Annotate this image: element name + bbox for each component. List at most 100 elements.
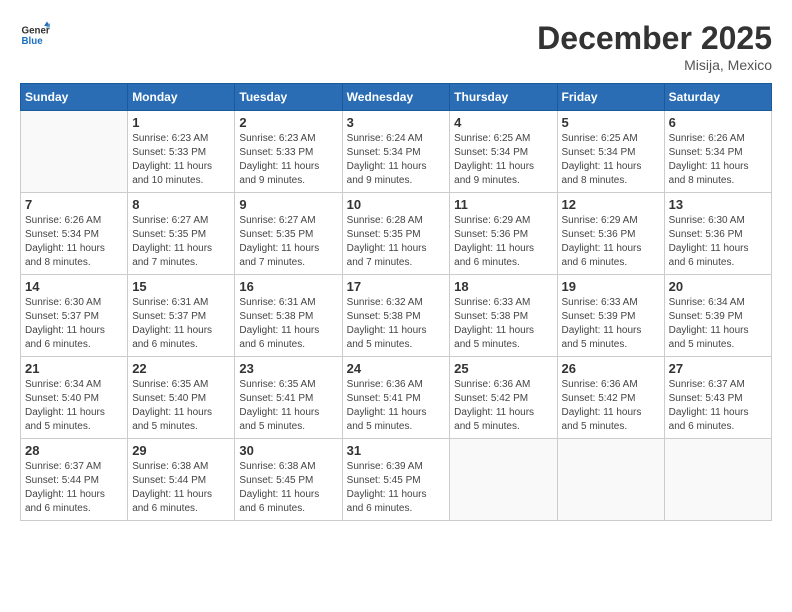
table-row: 16Sunrise: 6:31 AM Sunset: 5:38 PM Dayli… <box>235 275 342 357</box>
day-info: Sunrise: 6:37 AM Sunset: 5:44 PM Dayligh… <box>25 460 123 516</box>
table-row: 29 Sunrise: 6:38 AM Sunset: 5:44 PM Dayli… <box>128 439 235 521</box>
day-info: Sunrise: 6:33 AM Sunset: 5:38 PM Dayligh… <box>454 296 552 352</box>
table-row <box>450 439 557 521</box>
day-number: 20 <box>669 279 767 294</box>
day-info: Sunrise: 6:25 AM Sunset: 5:34 PM Dayligh… <box>454 132 552 188</box>
day-info: Sunrise: 6:32 AM Sunset: 5:38 PM Dayligh… <box>347 296 446 352</box>
day-info: Sunrise: 6:33 AM Sunset: 5:39 PM Dayligh… <box>562 296 660 352</box>
day-info: Sunrise: 6:35 AM Sunset: 5:41 PM Dayligh… <box>239 378 337 434</box>
day-info: Sunrise: 6:24 AM Sunset: 5:34 PM Dayligh… <box>347 132 446 188</box>
calendar-week-row: 7 Sunrise: 6:26 AM Sunset: 5:34 PM Daylig… <box>21 193 772 275</box>
day-number: 19 <box>562 279 660 294</box>
day-number: 2 <box>239 115 337 130</box>
table-row: 28Sunrise: 6:37 AM Sunset: 5:44 PM Dayli… <box>21 439 128 521</box>
header-wednesday: Wednesday <box>342 84 450 111</box>
day-number: 26 <box>562 361 660 376</box>
location: Misija, Mexico <box>537 57 772 73</box>
day-info: Sunrise: 6:25 AM Sunset: 5:34 PM Dayligh… <box>562 132 660 188</box>
day-number: 14 <box>25 279 123 294</box>
header-sunday: Sunday <box>21 84 128 111</box>
table-row: 15 Sunrise: 6:31 AM Sunset: 5:37 PM Dayli… <box>128 275 235 357</box>
day-info: Sunrise: 6:34 AM Sunset: 5:40 PM Dayligh… <box>25 378 123 434</box>
header-thursday: Thursday <box>450 84 557 111</box>
table-row: 7 Sunrise: 6:26 AM Sunset: 5:34 PM Daylig… <box>21 193 128 275</box>
table-row: 13 Sunrise: 6:30 AM Sunset: 5:36 PM Dayli… <box>664 193 771 275</box>
svg-text:General: General <box>22 26 51 37</box>
day-info: Sunrise: 6:31 AM Sunset: 5:37 PM Dayligh… <box>132 296 230 352</box>
table-row: 4 Sunrise: 6:25 AM Sunset: 5:34 PM Daylig… <box>450 111 557 193</box>
day-info: Sunrise: 6:28 AM Sunset: 5:35 PM Dayligh… <box>347 214 446 270</box>
day-info: Sunrise: 6:23 AM Sunset: 5:33 PM Dayligh… <box>239 132 337 188</box>
table-row: 3 Sunrise: 6:24 AM Sunset: 5:34 PM Daylig… <box>342 111 450 193</box>
month-title: December 2025 <box>537 20 772 57</box>
day-number: 29 <box>132 443 230 458</box>
day-info: Sunrise: 6:29 AM Sunset: 5:36 PM Dayligh… <box>562 214 660 270</box>
table-row <box>21 111 128 193</box>
day-number: 3 <box>347 115 446 130</box>
day-number: 22 <box>132 361 230 376</box>
table-row: 2 Sunrise: 6:23 AM Sunset: 5:33 PM Daylig… <box>235 111 342 193</box>
table-row: 12 Sunrise: 6:29 AM Sunset: 5:36 PM Dayli… <box>557 193 664 275</box>
table-row: 17 Sunrise: 6:32 AM Sunset: 5:38 PM Dayli… <box>342 275 450 357</box>
day-info: Sunrise: 6:27 AM Sunset: 5:35 PM Dayligh… <box>239 214 337 270</box>
day-info: Sunrise: 6:36 AM Sunset: 5:42 PM Dayligh… <box>562 378 660 434</box>
table-row: 11Sunrise: 6:29 AM Sunset: 5:36 PM Dayli… <box>450 193 557 275</box>
day-info: Sunrise: 6:29 AM Sunset: 5:36 PM Dayligh… <box>454 214 552 270</box>
day-number: 12 <box>562 197 660 212</box>
day-info: Sunrise: 6:38 AM Sunset: 5:45 PM Dayligh… <box>239 460 337 516</box>
day-number: 4 <box>454 115 552 130</box>
day-number: 24 <box>347 361 446 376</box>
table-row: 1 Sunrise: 6:23 AM Sunset: 5:33 PM Daylig… <box>128 111 235 193</box>
day-number: 17 <box>347 279 446 294</box>
day-number: 15 <box>132 279 230 294</box>
table-row: 6Sunrise: 6:26 AM Sunset: 5:34 PM Daylig… <box>664 111 771 193</box>
day-number: 1 <box>132 115 230 130</box>
day-info: Sunrise: 6:37 AM Sunset: 5:43 PM Dayligh… <box>669 378 767 434</box>
table-row: 18 Sunrise: 6:33 AM Sunset: 5:38 PM Dayli… <box>450 275 557 357</box>
table-row: 10Sunrise: 6:28 AM Sunset: 5:35 PM Dayli… <box>342 193 450 275</box>
table-row: 31Sunrise: 6:39 AM Sunset: 5:45 PM Dayli… <box>342 439 450 521</box>
calendar-header-row: Sunday Monday Tuesday Wednesday Thursday… <box>21 84 772 111</box>
calendar-week-row: 1 Sunrise: 6:23 AM Sunset: 5:33 PM Daylig… <box>21 111 772 193</box>
calendar-week-row: 28Sunrise: 6:37 AM Sunset: 5:44 PM Dayli… <box>21 439 772 521</box>
table-row: 27Sunrise: 6:37 AM Sunset: 5:43 PM Dayli… <box>664 357 771 439</box>
day-number: 7 <box>25 197 123 212</box>
table-row: 20 Sunrise: 6:34 AM Sunset: 5:39 PM Dayli… <box>664 275 771 357</box>
day-number: 23 <box>239 361 337 376</box>
day-number: 30 <box>239 443 337 458</box>
table-row: 21 Sunrise: 6:34 AM Sunset: 5:40 PM Dayli… <box>21 357 128 439</box>
logo-icon: General Blue <box>20 20 50 50</box>
table-row: 14 Sunrise: 6:30 AM Sunset: 5:37 PM Dayli… <box>21 275 128 357</box>
day-info: Sunrise: 6:30 AM Sunset: 5:36 PM Dayligh… <box>669 214 767 270</box>
day-info: Sunrise: 6:38 AM Sunset: 5:44 PM Dayligh… <box>132 460 230 516</box>
day-number: 8 <box>132 197 230 212</box>
header-saturday: Saturday <box>664 84 771 111</box>
table-row: 22 Sunrise: 6:35 AM Sunset: 5:40 PM Dayli… <box>128 357 235 439</box>
day-info: Sunrise: 6:34 AM Sunset: 5:39 PM Dayligh… <box>669 296 767 352</box>
svg-text:Blue: Blue <box>22 36 44 47</box>
day-number: 31 <box>347 443 446 458</box>
table-row: 9 Sunrise: 6:27 AM Sunset: 5:35 PM Daylig… <box>235 193 342 275</box>
day-number: 9 <box>239 197 337 212</box>
day-number: 25 <box>454 361 552 376</box>
day-info: Sunrise: 6:30 AM Sunset: 5:37 PM Dayligh… <box>25 296 123 352</box>
day-info: Sunrise: 6:35 AM Sunset: 5:40 PM Dayligh… <box>132 378 230 434</box>
page-header: General Blue December 2025 Misija, Mexic… <box>20 20 772 73</box>
day-number: 21 <box>25 361 123 376</box>
table-row <box>664 439 771 521</box>
table-row <box>557 439 664 521</box>
day-info: Sunrise: 6:26 AM Sunset: 5:34 PM Dayligh… <box>25 214 123 270</box>
header-monday: Monday <box>128 84 235 111</box>
day-number: 18 <box>454 279 552 294</box>
table-row: 25 Sunrise: 6:36 AM Sunset: 5:42 PM Dayli… <box>450 357 557 439</box>
day-info: Sunrise: 6:26 AM Sunset: 5:34 PM Dayligh… <box>669 132 767 188</box>
header-tuesday: Tuesday <box>235 84 342 111</box>
day-info: Sunrise: 6:36 AM Sunset: 5:42 PM Dayligh… <box>454 378 552 434</box>
table-row: 5Sunrise: 6:25 AM Sunset: 5:34 PM Daylig… <box>557 111 664 193</box>
day-info: Sunrise: 6:27 AM Sunset: 5:35 PM Dayligh… <box>132 214 230 270</box>
table-row: 8 Sunrise: 6:27 AM Sunset: 5:35 PM Daylig… <box>128 193 235 275</box>
day-info: Sunrise: 6:23 AM Sunset: 5:33 PM Dayligh… <box>132 132 230 188</box>
day-number: 13 <box>669 197 767 212</box>
day-number: 16 <box>239 279 337 294</box>
table-row: 23 Sunrise: 6:35 AM Sunset: 5:41 PM Dayli… <box>235 357 342 439</box>
